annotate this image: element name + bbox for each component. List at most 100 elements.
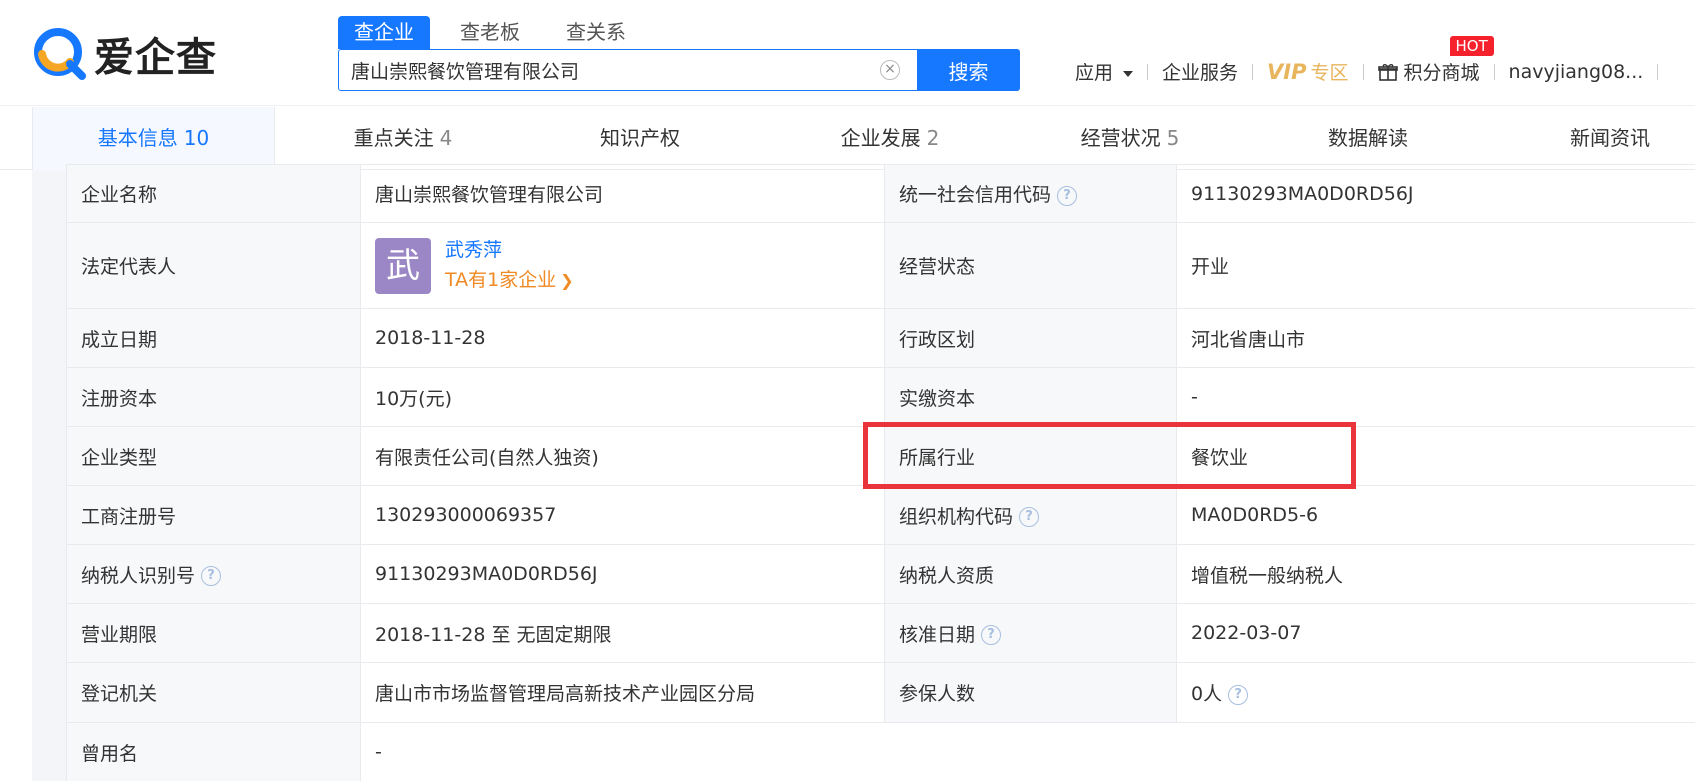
tab-basic-info[interactable]: 基本信息 10 xyxy=(33,107,275,170)
search-tab-company[interactable]: 查企业 xyxy=(338,16,430,49)
gift-icon xyxy=(1377,63,1398,81)
help-icon[interactable]: ? xyxy=(981,625,1002,645)
basic-info-table: 企业名称 唐山崇熙餐饮管理有限公司 统一社会信用代码? 91130293MA0D… xyxy=(66,164,1695,781)
label-region: 行政区划 xyxy=(884,308,1177,368)
label-former-name: 曾用名 xyxy=(66,722,361,781)
search-box: × xyxy=(338,49,918,91)
vip-label: VIP xyxy=(1267,60,1307,84)
table-row: 法定代表人 武 武秀萍 TA有1家企业 ❯ 经营状态 开业 xyxy=(66,222,1695,309)
table-row: 曾用名 - xyxy=(66,722,1695,781)
label-insured: 参保人数 xyxy=(884,662,1177,723)
section-tabs: 基本信息 10 重点关注 4 知识产权 企业发展 2 经营状况 5 数据解读 新闻资讯 xyxy=(0,107,1695,170)
search-tab-boss[interactable]: 查老板 xyxy=(444,16,536,49)
value-founded: 2018-11-28 xyxy=(360,308,885,368)
label-reg-no: 工商注册号 xyxy=(66,485,361,545)
value-org-code: MA0D0RD5-6 xyxy=(1176,485,1695,545)
nav-divider xyxy=(1657,63,1659,80)
nav-services[interactable]: 企业服务 xyxy=(1162,58,1238,85)
value-tax-qual: 增值税一般纳税人 xyxy=(1176,544,1695,604)
search-button[interactable]: 搜索 xyxy=(917,49,1020,91)
value-approval: 2022-03-07 xyxy=(1176,603,1695,663)
clear-icon[interactable]: × xyxy=(880,60,900,80)
tab-news[interactable]: 新闻资讯 xyxy=(1510,107,1695,170)
value-former-name: - xyxy=(360,722,1695,781)
nav-vip[interactable]: VIP 专区 xyxy=(1267,58,1348,85)
label-company-name: 企业名称 xyxy=(66,164,361,223)
legal-rep-companies-text: TA有1家企业 xyxy=(445,269,557,291)
nav-apps-label: 应用 xyxy=(1075,62,1114,84)
label-text: 统一社会信用代码 xyxy=(899,184,1052,206)
nav-points-mall[interactable]: 积分商城 HOT xyxy=(1377,36,1494,85)
label-industry: 所属行业 xyxy=(884,426,1177,486)
top-header: 爱企查 查企业 查老板 查关系 × 搜索 应用 企业服务 VIP专区 积分商城 … xyxy=(0,0,1695,106)
help-icon[interactable]: ? xyxy=(1057,185,1078,206)
label-type: 企业类型 xyxy=(66,426,361,486)
nav-apps[interactable]: 应用 xyxy=(1075,58,1134,85)
tab-label: 新闻资讯 xyxy=(1570,126,1650,150)
logo-search-icon xyxy=(34,28,86,80)
help-icon[interactable]: ? xyxy=(1228,684,1249,705)
table-row: 注册资本 10万(元) 实缴资本 - xyxy=(66,367,1695,427)
label-authority: 登记机关 xyxy=(66,662,361,723)
label-term: 营业期限 xyxy=(66,603,361,663)
table-row: 成立日期 2018-11-28 行政区划 河北省唐山市 xyxy=(66,308,1695,368)
value-term: 2018-11-28 至 无固定期限 xyxy=(360,603,885,663)
value-tax-id: 91130293MA0D0RD56J xyxy=(360,544,885,604)
value-authority: 唐山市市场监督管理局高新技术产业园区分局 xyxy=(360,662,885,723)
left-gutter xyxy=(32,170,66,781)
user-name[interactable]: navyjiang08... xyxy=(1509,61,1644,83)
tab-ip[interactable]: 知识产权 xyxy=(540,107,740,170)
insured-text: 0人 xyxy=(1191,683,1223,705)
tab-count: 2 xyxy=(926,126,940,150)
table-row: 工商注册号 130293000069357 组织机构代码? MA0D0RD5-6 xyxy=(66,485,1695,545)
tab-data-analysis[interactable]: 数据解读 xyxy=(1268,107,1468,170)
label-founded: 成立日期 xyxy=(66,308,361,368)
tab-label: 经营状况 xyxy=(1080,126,1161,150)
logo-text: 爱企查 xyxy=(94,35,217,81)
value-reg-no: 130293000069357 xyxy=(360,485,885,545)
label-status: 经营状态 xyxy=(884,222,1177,309)
legal-rep-companies-link[interactable]: TA有1家企业 ❯ xyxy=(445,265,574,296)
tab-key-focus[interactable]: 重点关注 4 xyxy=(290,107,516,170)
label-credit-code: 统一社会信用代码? xyxy=(884,164,1177,223)
label-paid-capital: 实缴资本 xyxy=(884,367,1177,427)
help-icon[interactable]: ? xyxy=(1019,507,1040,527)
label-legal-rep: 法定代表人 xyxy=(66,222,361,309)
avatar[interactable]: 武 xyxy=(375,237,431,294)
search-type-tabs: 查企业 查老板 查关系 xyxy=(338,16,656,49)
legal-rep-card: 武 武秀萍 TA有1家企业 ❯ xyxy=(375,235,870,296)
value-reg-capital: 10万(元) xyxy=(360,367,885,427)
tab-label: 数据解读 xyxy=(1328,126,1408,150)
table-row: 纳税人识别号? 91130293MA0D0RD56J 纳税人资质 增值税一般纳税… xyxy=(66,544,1695,604)
label-text: 纳税人识别号 xyxy=(81,564,196,587)
value-paid-capital: - xyxy=(1176,367,1695,427)
search-tab-relation[interactable]: 查关系 xyxy=(550,16,642,49)
help-icon[interactable]: ? xyxy=(201,566,222,586)
label-tax-id: 纳税人识别号? xyxy=(66,544,361,604)
value-industry: 餐饮业 xyxy=(1176,426,1695,486)
points-label: 积分商城 xyxy=(1403,62,1480,84)
tab-count: 4 xyxy=(439,126,453,150)
logo[interactable]: 爱企查 xyxy=(32,25,217,83)
nav-divider xyxy=(1493,63,1495,80)
tab-label: 重点关注 xyxy=(353,126,434,150)
label-reg-capital: 注册资本 xyxy=(66,367,361,427)
value-type: 有限责任公司(自然人独资) xyxy=(360,426,885,486)
value-insured: 0人? xyxy=(1176,662,1695,723)
label-text: 组织机构代码 xyxy=(899,505,1014,528)
value-region: 河北省唐山市 xyxy=(1176,308,1695,368)
value-credit-code: 91130293MA0D0RD56J xyxy=(1176,164,1695,223)
search-input[interactable] xyxy=(339,50,869,90)
legal-rep-name-link[interactable]: 武秀萍 xyxy=(445,235,574,265)
chevron-right-icon: ❯ xyxy=(560,271,574,290)
tab-development[interactable]: 企业发展 2 xyxy=(780,107,1000,170)
label-org-code: 组织机构代码? xyxy=(884,485,1177,545)
tab-operations[interactable]: 经营状况 5 xyxy=(1020,107,1240,170)
nav-divider xyxy=(1252,63,1254,80)
top-nav: 应用 企业服务 VIP 专区 积分商城 HOT navyjiang08... xyxy=(1075,36,1672,85)
value-status: 开业 xyxy=(1176,222,1695,309)
caret-down-icon xyxy=(1123,70,1134,77)
label-tax-qual: 纳税人资质 xyxy=(884,544,1177,604)
tab-label: 基本信息 xyxy=(97,126,178,150)
tab-count: 5 xyxy=(1166,126,1180,150)
